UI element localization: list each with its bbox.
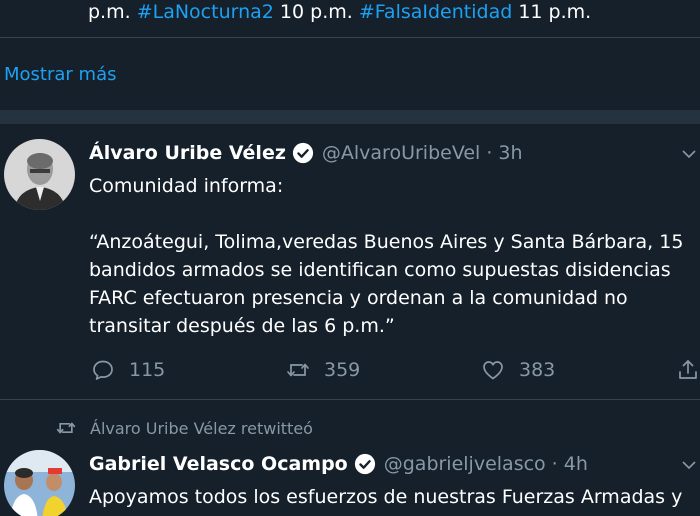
previous-tweet-text: p.m. #LaNocturna2 10 p.m. #FalsaIdentida…: [88, 0, 591, 24]
divider: [0, 37, 700, 38]
section-spacer: [0, 110, 700, 124]
retweet-button[interactable]: 359: [286, 358, 360, 382]
heart-icon: [483, 361, 503, 380]
timestamp[interactable]: · 3h: [486, 142, 522, 164]
retweet-icon: [56, 422, 76, 434]
avatar[interactable]: [4, 139, 75, 210]
tweet-header: Gabriel Velasco Ocampo @gabrieljvelasco …: [89, 453, 588, 475]
user-handle[interactable]: @AlvaroUribeVel: [322, 142, 480, 164]
retweet-context: Álvaro Uribe Vélez retwitteó: [56, 418, 313, 438]
share-icon: [679, 360, 697, 379]
tweet-body: Comunidad informa: “Anzoátegui, Tolima,v…: [89, 175, 684, 337]
retweet-count: 359: [324, 359, 361, 381]
reply-icon: [93, 360, 113, 380]
hashtag-link[interactable]: #FalsaIdentidad: [359, 1, 512, 23]
display-name[interactable]: Álvaro Uribe Vélez: [89, 142, 286, 164]
reply-button[interactable]: 115: [91, 358, 165, 382]
like-count: 383: [519, 359, 556, 381]
retweet-icon: [287, 363, 309, 377]
verified-badge-icon: [354, 453, 375, 475]
text-fragment: 11 p.m.: [512, 1, 592, 23]
chevron-down-icon[interactable]: [681, 146, 697, 162]
verified-badge-icon: [292, 142, 313, 164]
hashtag-link[interactable]: #LaNocturna2: [137, 1, 274, 23]
share-button[interactable]: [676, 358, 700, 382]
text-fragment: 10 p.m.: [273, 1, 359, 23]
tweet-header: Álvaro Uribe Vélez @AlvaroUribeVel · 3h: [89, 142, 523, 164]
chevron-down-icon[interactable]: [681, 457, 697, 473]
text-fragment: p.m.: [88, 1, 137, 23]
avatar-image: [4, 139, 75, 210]
avatar[interactable]: [4, 450, 75, 516]
avatar-image: [4, 450, 75, 516]
like-button[interactable]: 383: [481, 358, 555, 382]
reply-count: 115: [129, 359, 166, 381]
divider: [0, 399, 700, 400]
display-name[interactable]: Gabriel Velasco Ocampo: [89, 453, 348, 475]
show-more-link[interactable]: Mostrar más: [4, 64, 116, 85]
user-handle[interactable]: @gabrieljvelasco: [384, 453, 546, 475]
timestamp[interactable]: · 4h: [552, 453, 588, 475]
tweet-body: Apoyamos todos los esfuerzos de nuestras…: [89, 486, 683, 508]
retweeted-by-label[interactable]: Álvaro Uribe Vélez retwitteó: [90, 419, 313, 438]
